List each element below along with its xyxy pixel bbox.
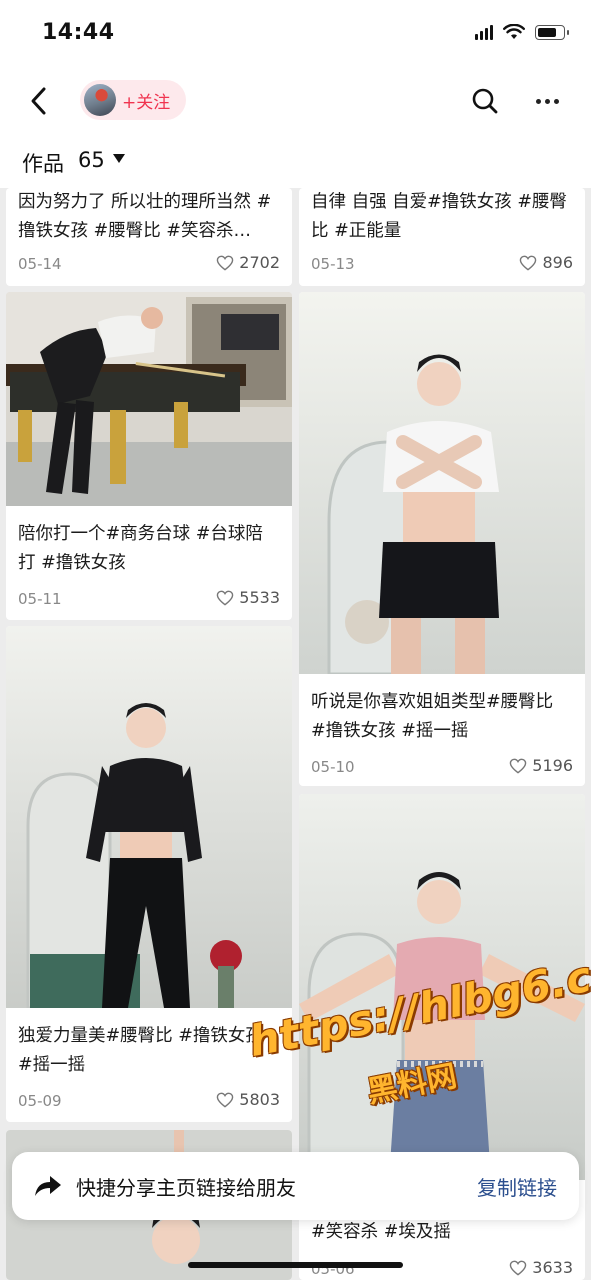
heart-icon xyxy=(520,255,537,271)
post-card[interactable]: 陪你打一个#商务台球 #台球陪打 #撸铁女孩 05-11 5533 xyxy=(6,292,292,620)
post-caption: #笑容杀 #埃及摇 xyxy=(311,1222,451,1242)
post-caption: 自律 自强 自爱#撸铁女孩 #腰臀比 #正能量 xyxy=(311,192,568,241)
like-count[interactable]: 2702 xyxy=(216,253,280,272)
cellular-signal-icon xyxy=(475,24,493,40)
works-header: 作品 65 xyxy=(0,132,591,188)
wifi-icon xyxy=(503,24,525,39)
like-count[interactable]: 3633 xyxy=(509,1258,573,1277)
works-count: 65 xyxy=(78,148,105,172)
watermark: https://hlbg6.com 黑料网 xyxy=(245,938,591,1133)
heart-icon xyxy=(217,255,234,271)
avatar[interactable] xyxy=(84,84,116,116)
follow-button[interactable]: +关注 xyxy=(80,80,186,120)
status-time: 14:44 xyxy=(42,20,115,45)
like-number: 5533 xyxy=(239,588,280,607)
post-card[interactable]: 自律 自强 自爱#撸铁女孩 #腰臀比 #正能量 05-13 896 xyxy=(299,188,585,286)
share-arrow-icon xyxy=(35,1176,61,1196)
copy-link-button[interactable]: 复制链接 xyxy=(477,1172,557,1201)
like-number: 896 xyxy=(542,253,573,272)
post-thumbnail[interactable] xyxy=(6,626,292,1008)
post-card[interactable]: 因为努力了 所以壮的理所当然 #撸铁女孩 #腰臀比 #笑容杀… 05-14 27… xyxy=(6,188,292,286)
post-date: 05-11 xyxy=(18,590,62,608)
post-caption: 因为努力了 所以壮的理所当然 #撸铁女孩 #腰臀比 #笑容杀… xyxy=(18,192,272,241)
post-thumbnail[interactable] xyxy=(6,292,292,506)
like-number: 3633 xyxy=(532,1258,573,1277)
search-icon[interactable] xyxy=(470,86,500,116)
heart-icon xyxy=(510,758,527,774)
post-caption: 陪你打一个#商务台球 #台球陪打 #撸铁女孩 xyxy=(18,524,263,573)
back-button[interactable] xyxy=(22,84,56,118)
post-card[interactable]: 听说是你喜欢姐姐类型#腰臀比 #撸铁女孩 #摇一摇 05-10 5196 xyxy=(299,292,585,786)
works-title[interactable]: 作品 xyxy=(22,148,64,178)
post-date: 05-10 xyxy=(311,758,355,776)
chevron-left-icon xyxy=(31,87,46,115)
status-bar: 14:44 xyxy=(0,0,591,70)
like-number: 5196 xyxy=(532,756,573,775)
heart-icon xyxy=(217,1092,234,1108)
share-text: 快捷分享主页链接给朋友 xyxy=(76,1176,296,1200)
heart-icon xyxy=(510,1260,527,1276)
post-date: 05-09 xyxy=(18,1092,62,1110)
post-caption: 听说是你喜欢姐姐类型#腰臀比 #撸铁女孩 #摇一摇 xyxy=(311,692,554,741)
share-bar[interactable]: 快捷分享主页链接给朋友 复制链接 xyxy=(12,1152,579,1220)
like-count[interactable]: 5533 xyxy=(216,588,280,607)
status-icons xyxy=(475,24,569,40)
battery-icon xyxy=(535,24,569,40)
like-number: 2702 xyxy=(239,253,280,272)
post-date: 05-14 xyxy=(18,255,62,273)
post-thumbnail[interactable] xyxy=(299,292,585,674)
post-caption: 独爱力量美#腰臀比 #撸铁女孩 #摇一摇 xyxy=(18,1026,263,1075)
watermark-brand: 黑料网 xyxy=(364,1058,460,1111)
nav-bar: +关注 xyxy=(0,70,591,132)
like-count[interactable]: 5196 xyxy=(509,756,573,775)
more-options-icon[interactable] xyxy=(530,88,564,114)
post-date: 05-13 xyxy=(311,255,355,273)
like-count[interactable]: 896 xyxy=(519,253,573,272)
follow-label: +关注 xyxy=(122,92,171,113)
heart-icon xyxy=(217,590,234,606)
dropdown-caret-icon[interactable] xyxy=(113,154,125,163)
home-indicator xyxy=(188,1262,403,1268)
